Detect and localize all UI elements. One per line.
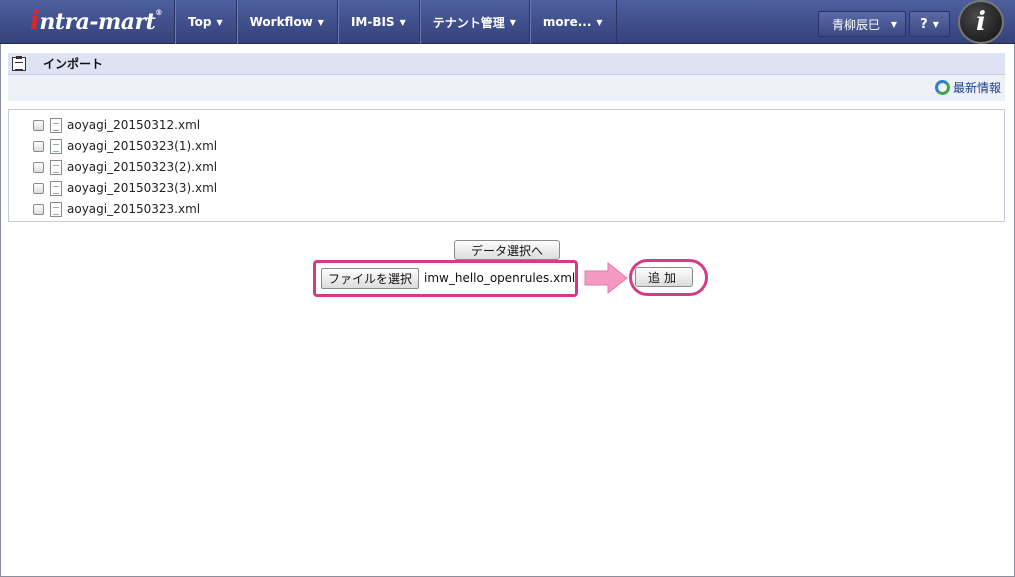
document-icon bbox=[50, 180, 62, 196]
add-button[interactable]: 追加 bbox=[635, 267, 693, 287]
document-icon bbox=[50, 117, 62, 133]
top-navbar: intra-mart® Top ▼ Workflow ▼ IM-BIS ▼ テナント管… bbox=[0, 0, 1015, 44]
user-menu-button[interactable]: 青柳辰巳 ▼ bbox=[818, 11, 906, 37]
file-checkbox[interactable] bbox=[33, 140, 44, 152]
chevron-down-icon: ▼ bbox=[932, 19, 939, 29]
clipboard-icon bbox=[12, 55, 26, 71]
document-icon bbox=[50, 159, 62, 175]
file-list: aoyagi_20150312.xml aoyagi_20150323(1).x… bbox=[8, 109, 1005, 222]
chevron-down-icon: ▼ bbox=[399, 17, 406, 27]
refresh-icon bbox=[934, 80, 950, 95]
list-item: aoyagi_20150312.xml bbox=[33, 117, 200, 133]
file-checkbox[interactable] bbox=[33, 182, 44, 194]
file-choose-button[interactable]: ファイルを選択 bbox=[321, 268, 419, 289]
chevron-down-icon: ▼ bbox=[596, 17, 603, 27]
list-item: aoyagi_20150323.xml bbox=[33, 201, 200, 217]
nav-tenant-management[interactable]: テナント管理 ▼ bbox=[420, 0, 530, 44]
file-name[interactable]: aoyagi_20150323.xml bbox=[67, 202, 200, 216]
chevron-down-icon: ▼ bbox=[216, 17, 223, 27]
file-name[interactable]: aoyagi_20150323(2).xml bbox=[67, 160, 217, 174]
brand-logo-icon[interactable]: i bbox=[958, 0, 1004, 44]
list-item: aoyagi_20150323(2).xml bbox=[33, 159, 217, 175]
list-item: aoyagi_20150323(1).xml bbox=[33, 138, 217, 154]
toolbar: 最新情報 bbox=[8, 75, 1005, 101]
file-checkbox[interactable] bbox=[33, 119, 44, 131]
document-icon bbox=[50, 201, 62, 217]
chevron-down-icon: ▼ bbox=[317, 17, 324, 27]
document-icon bbox=[50, 138, 62, 154]
refresh-link[interactable]: 最新情報 bbox=[934, 79, 1001, 96]
nav-workflow[interactable]: Workflow ▼ bbox=[237, 0, 338, 44]
arrow-right-icon bbox=[584, 262, 628, 294]
data-select-button[interactable]: データ選択へ bbox=[454, 240, 560, 260]
nav-more[interactable]: more... ▼ bbox=[530, 0, 617, 44]
nav-im-bis[interactable]: IM-BIS ▼ bbox=[338, 0, 420, 44]
file-name[interactable]: aoyagi_20150323(1).xml bbox=[67, 139, 217, 153]
page-title: インポート bbox=[43, 57, 104, 71]
help-menu-button[interactable]: ? ▼ bbox=[909, 11, 950, 37]
file-name[interactable]: aoyagi_20150323(3).xml bbox=[67, 181, 217, 195]
file-checkbox[interactable] bbox=[33, 203, 44, 215]
intra-mart-logo[interactable]: intra-mart® bbox=[30, 6, 162, 38]
chevron-down-icon: ▼ bbox=[890, 19, 897, 29]
section-header: インポート bbox=[8, 53, 1005, 75]
file-name[interactable]: aoyagi_20150312.xml bbox=[67, 118, 200, 132]
main-nav: Top ▼ Workflow ▼ IM-BIS ▼ テナント管理 ▼ more... ▼ bbox=[174, 0, 617, 44]
file-checkbox[interactable] bbox=[33, 161, 44, 173]
chevron-down-icon: ▼ bbox=[509, 17, 516, 27]
nav-top[interactable]: Top ▼ bbox=[175, 0, 237, 44]
list-item: aoyagi_20150323(3).xml bbox=[33, 180, 217, 196]
selected-file-name: imw_hello_openrules.xml bbox=[424, 271, 576, 285]
